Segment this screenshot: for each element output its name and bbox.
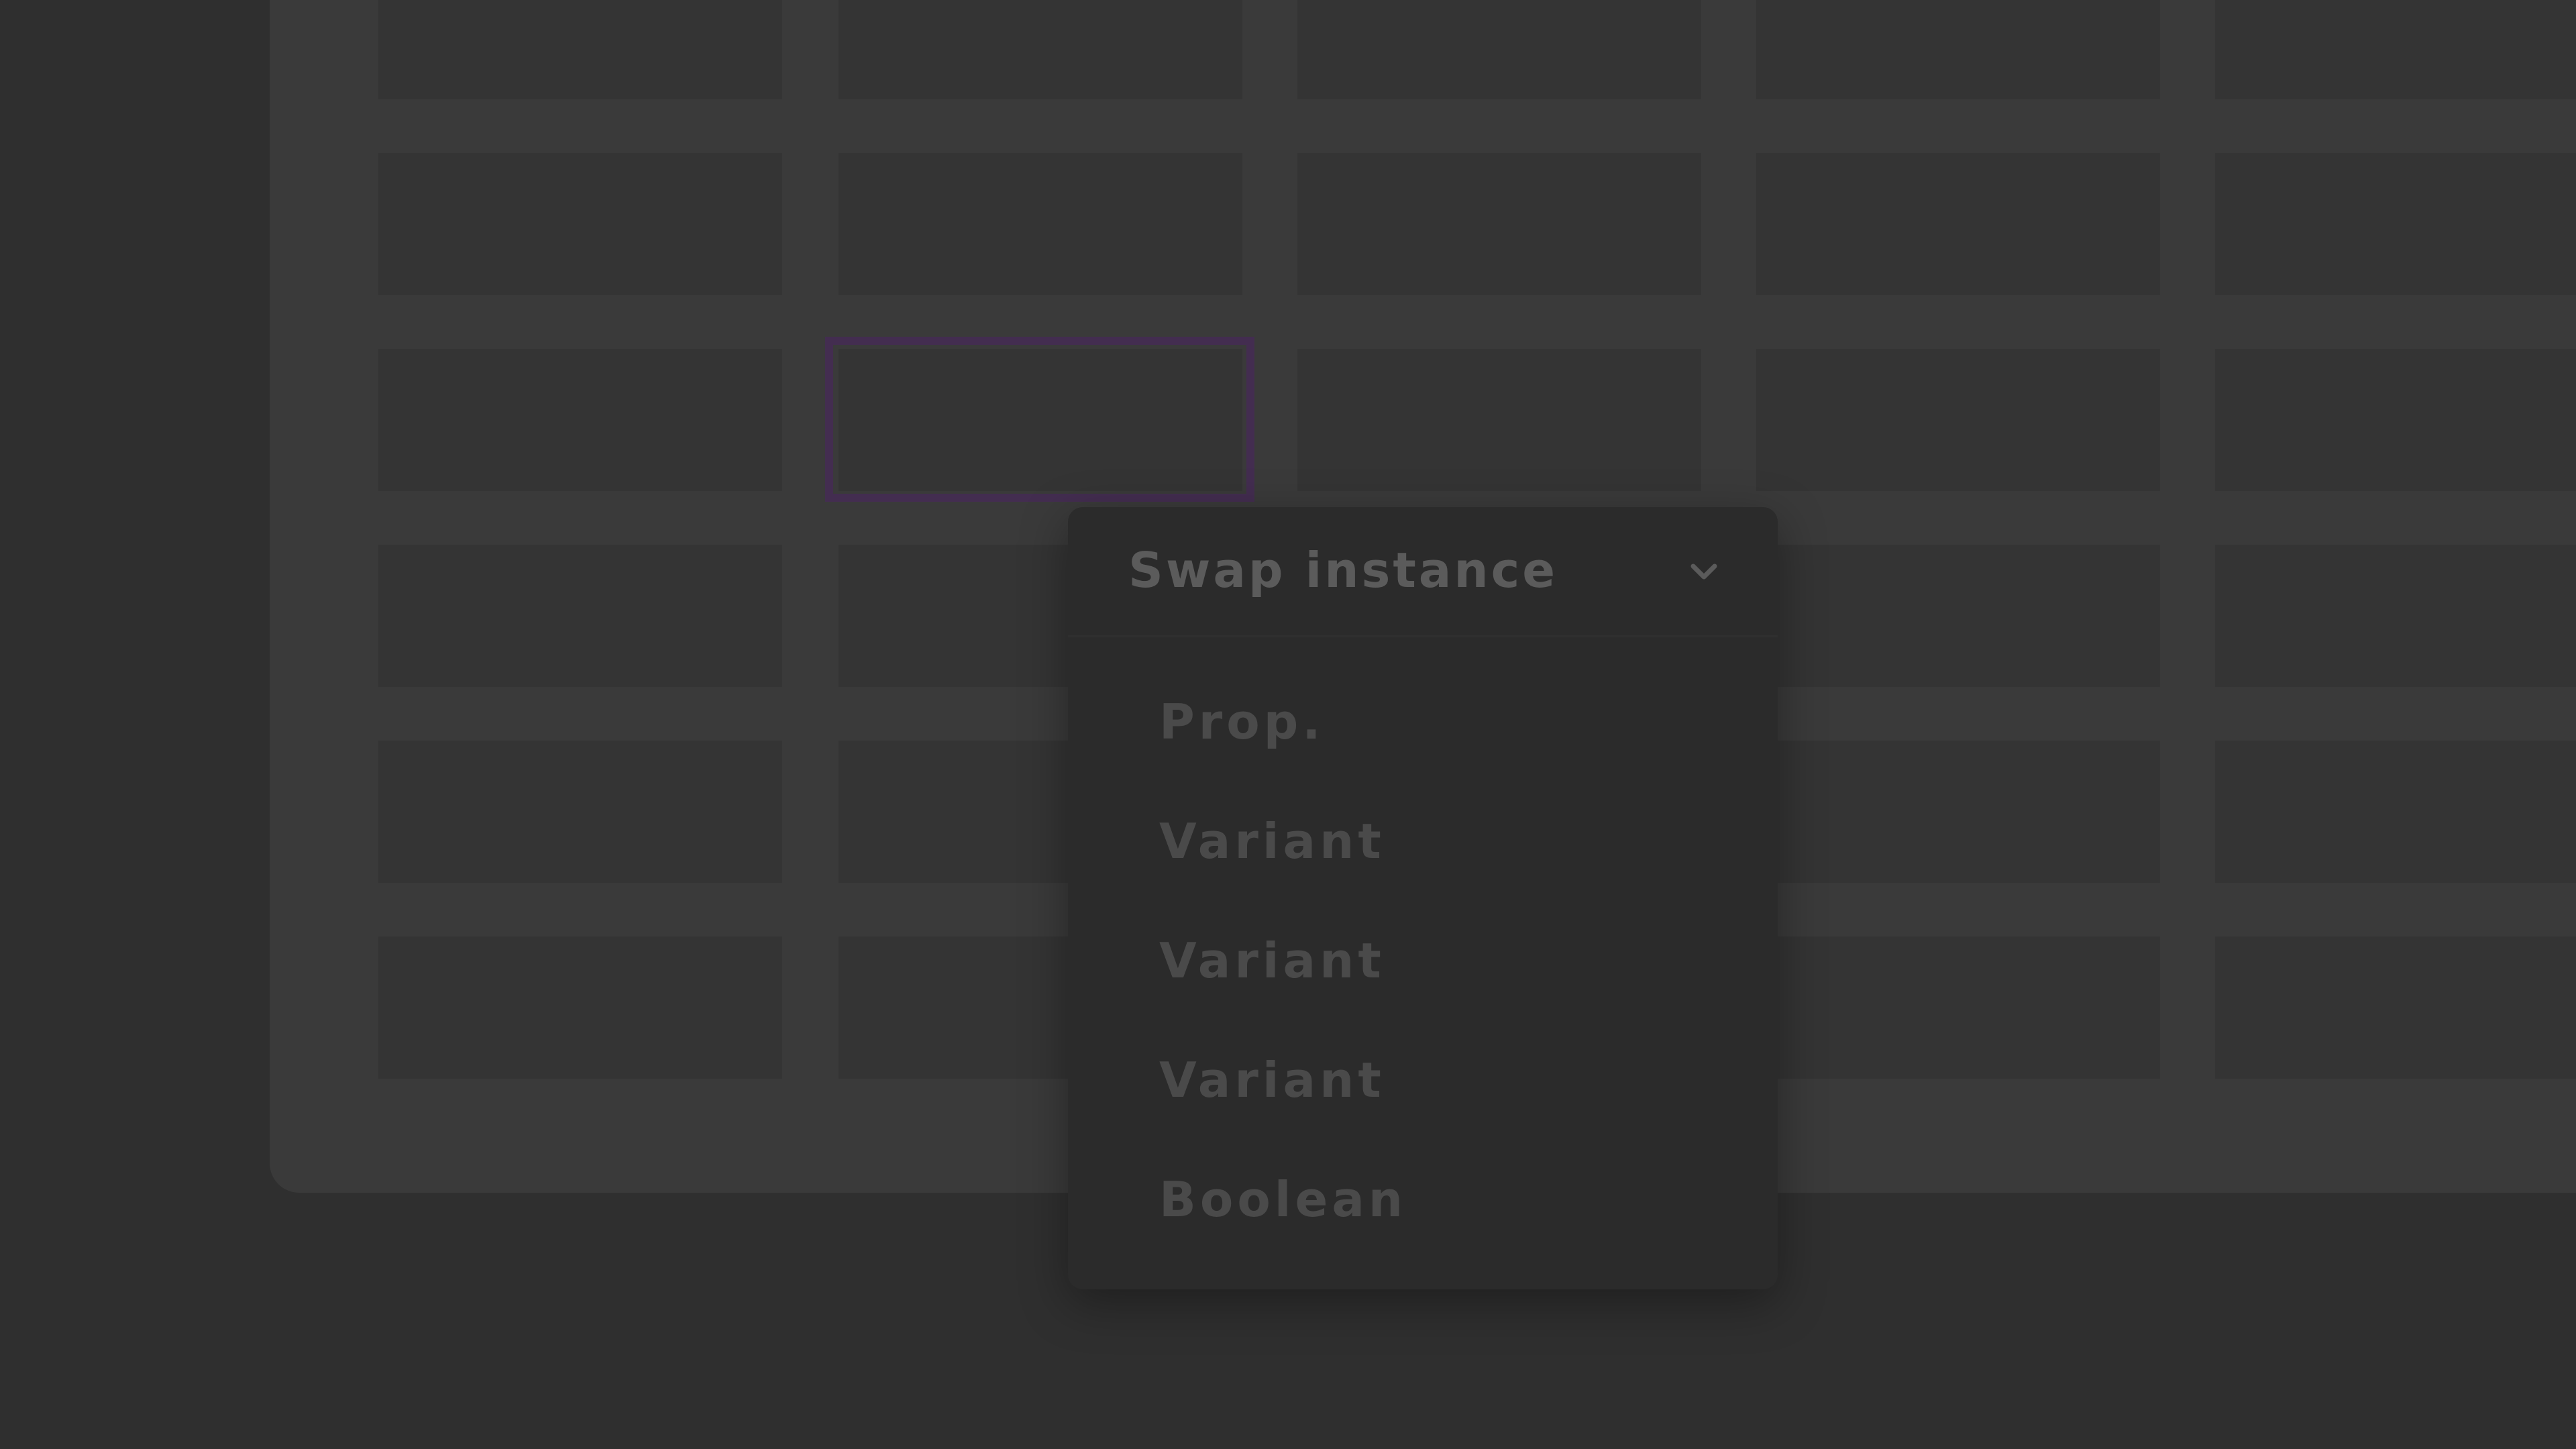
grid-cell[interactable] <box>1756 0 2160 99</box>
grid-cell[interactable] <box>2215 741 2576 883</box>
chevron-down-icon[interactable] <box>1684 551 1724 592</box>
grid-cell[interactable] <box>2215 0 2576 99</box>
dropdown-title: Swap instance <box>1128 542 1558 598</box>
grid-cell[interactable] <box>1756 741 2160 883</box>
canvas: Swap instance Prop. Variant Variant Vari… <box>0 0 2576 1449</box>
grid-cell[interactable] <box>1297 349 1701 491</box>
grid-cell[interactable] <box>378 936 782 1079</box>
grid-cell[interactable] <box>1756 349 2160 491</box>
grid-cell[interactable] <box>1756 936 2160 1079</box>
menu-item-prop[interactable]: Prop. <box>1159 694 1325 750</box>
grid-cell[interactable] <box>1756 545 2160 687</box>
menu-item-variant-3[interactable]: Variant <box>1159 1052 1385 1108</box>
grid-cell[interactable] <box>2215 545 2576 687</box>
grid-cell[interactable] <box>2215 936 2576 1079</box>
swap-instance-dropdown: Swap instance Prop. Variant Variant Vari… <box>1068 507 1778 1289</box>
selected-grid-cell[interactable] <box>825 337 1254 502</box>
grid-cell[interactable] <box>378 349 782 491</box>
grid-cell[interactable] <box>839 0 1242 99</box>
grid-cell[interactable] <box>1756 153 2160 295</box>
dropdown-header[interactable]: Swap instance <box>1068 507 1778 637</box>
menu-item-boolean[interactable]: Boolean <box>1159 1171 1407 1228</box>
grid-cell[interactable] <box>378 545 782 687</box>
grid-cell[interactable] <box>1297 0 1701 99</box>
menu-item-variant-1[interactable]: Variant <box>1159 813 1385 869</box>
grid-cell[interactable] <box>2215 349 2576 491</box>
grid-cell[interactable] <box>2215 153 2576 295</box>
grid-cell[interactable] <box>378 741 782 883</box>
grid-cell[interactable] <box>839 153 1242 295</box>
menu-item-variant-2[interactable]: Variant <box>1159 932 1385 989</box>
grid-cell[interactable] <box>378 0 782 99</box>
grid-cell[interactable] <box>378 153 782 295</box>
grid-cell[interactable] <box>1297 153 1701 295</box>
